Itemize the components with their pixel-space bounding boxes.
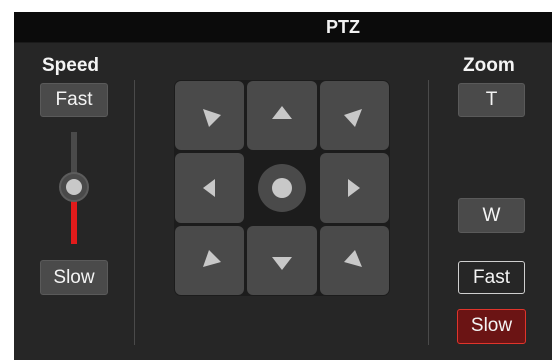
arrow-up-icon (272, 106, 292, 119)
arrow-down-right-icon (203, 109, 221, 127)
zoom-tele-button[interactable]: T (458, 83, 525, 117)
arrow-down-left-icon (344, 109, 362, 127)
speed-label: Speed (42, 55, 100, 76)
tilt-up-button[interactable] (247, 81, 317, 150)
tilt-down-button[interactable] (247, 226, 317, 295)
speed-slider-handle[interactable] (59, 172, 89, 202)
pan-tilt-down-right-button[interactable] (320, 226, 389, 295)
panel-title: PTZ (326, 17, 360, 37)
zoom-wide-button[interactable]: W (458, 198, 525, 233)
arrow-down-icon (272, 257, 292, 270)
zoom-speed-fast-button[interactable]: Fast (458, 261, 525, 294)
pan-right-button[interactable] (320, 153, 389, 223)
zoom-label: Zoom (463, 55, 515, 76)
pan-left-button[interactable] (175, 153, 244, 223)
pan-tilt-pad (174, 80, 390, 296)
right-divider (428, 80, 429, 345)
arrow-left-icon (203, 179, 215, 197)
arrow-up-right-icon (203, 250, 221, 267)
home-button[interactable] (258, 164, 306, 212)
arrow-right-icon (348, 179, 360, 197)
pan-tilt-up-left-button[interactable] (175, 81, 244, 150)
left-divider (134, 80, 135, 345)
arrow-up-left-icon (344, 250, 362, 267)
ptz-panel: PTZ Speed Fast Slow Zoom T W Fast Slow (14, 12, 552, 360)
speed-fast-button[interactable]: Fast (40, 83, 108, 117)
pan-tilt-up-right-button[interactable] (320, 81, 389, 150)
pan-tilt-down-left-button[interactable] (175, 226, 244, 295)
zoom-speed-slow-button[interactable]: Slow (457, 309, 526, 344)
speed-slider-fill[interactable] (71, 200, 77, 244)
title-bar: PTZ (14, 12, 552, 43)
speed-slow-button[interactable]: Slow (40, 260, 108, 295)
